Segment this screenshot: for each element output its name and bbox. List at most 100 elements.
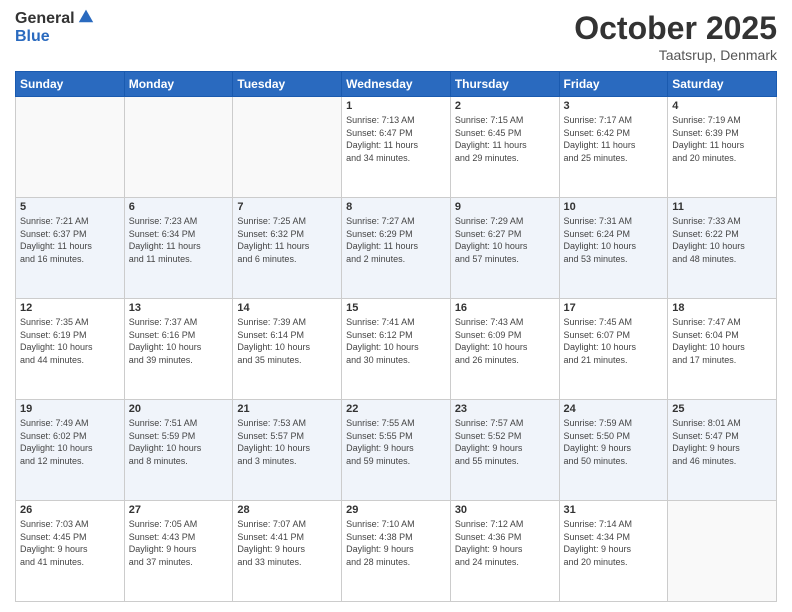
day-info: Sunrise: 7:49 AMSunset: 6:02 PMDaylight:… [20,417,120,467]
day-info: Sunrise: 7:23 AMSunset: 6:34 PMDaylight:… [129,215,229,265]
day-number: 3 [564,100,664,112]
day-number: 16 [455,302,555,314]
table-row: 2Sunrise: 7:15 AMSunset: 6:45 PMDaylight… [450,97,559,198]
table-row: 6 Sunrise: 7:23 AMSunset: 6:34 PMDaylight… [124,198,233,299]
table-row: 22 Sunrise: 7:55 AMSunset: 5:55 PMDayligh… [342,400,451,501]
day-info: Sunrise: 7:59 AMSunset: 5:50 PMDaylight:… [564,417,664,467]
table-row [668,501,777,602]
day-number: 6 [129,201,229,213]
table-row: 5Sunrise: 7:21 AMSunset: 6:37 PMDaylight… [16,198,125,299]
header-sunday: Sunday [16,72,125,97]
day-number: 5 [20,201,120,213]
day-info: Sunrise: 7:53 AMSunset: 5:57 PMDaylight:… [237,417,337,467]
day-number: 14 [237,302,337,314]
day-number: 28 [237,504,337,516]
logo-general: General [15,10,75,28]
day-info: Sunrise: 7:03 AMSunset: 4:45 PMDaylight:… [20,518,120,568]
day-number: 11 [672,201,772,213]
table-row [124,97,233,198]
day-info: Sunrise: 7:12 AMSunset: 4:36 PMDaylight:… [455,518,555,568]
day-number: 30 [455,504,555,516]
day-number: 12 [20,302,120,314]
day-info: Sunrise: 7:37 AMSunset: 6:16 PMDaylight:… [129,316,229,366]
table-row: 30 Sunrise: 7:12 AMSunset: 4:36 PMDayligh… [450,501,559,602]
day-info: Sunrise: 7:57 AMSunset: 5:52 PMDaylight:… [455,417,555,467]
table-row: 17Sunrise: 7:45 AMSunset: 6:07 PMDayligh… [559,299,668,400]
table-row: 27Sunrise: 7:05 AMSunset: 4:43 PMDayligh… [124,501,233,602]
day-number: 7 [237,201,337,213]
day-number: 23 [455,403,555,415]
day-info: Sunrise: 7:10 AMSunset: 4:38 PMDaylight:… [346,518,446,568]
table-row: 14Sunrise: 7:39 AMSunset: 6:14 PMDayligh… [233,299,342,400]
day-number: 22 [346,403,446,415]
day-info: Sunrise: 7:33 AMSunset: 6:22 PMDaylight:… [672,215,772,265]
table-row: 13Sunrise: 7:37 AMSunset: 6:16 PMDayligh… [124,299,233,400]
table-row: 11 Sunrise: 7:33 AMSunset: 6:22 PMDayligh… [668,198,777,299]
table-row: 21Sunrise: 7:53 AMSunset: 5:57 PMDayligh… [233,400,342,501]
day-info: Sunrise: 7:14 AMSunset: 4:34 PMDaylight:… [564,518,664,568]
header-saturday: Saturday [668,72,777,97]
day-number: 9 [455,201,555,213]
day-info: Sunrise: 7:51 AMSunset: 5:59 PMDaylight:… [129,417,229,467]
logo: General Blue [15,10,95,45]
table-row: 12 Sunrise: 7:35 AMSunset: 6:19 PMDayligh… [16,299,125,400]
table-row: 19 Sunrise: 7:49 AMSunset: 6:02 PMDayligh… [16,400,125,501]
day-number: 4 [672,100,772,112]
day-number: 19 [20,403,120,415]
day-info: Sunrise: 7:35 AMSunset: 6:19 PMDaylight:… [20,316,120,366]
table-row: 23 Sunrise: 7:57 AMSunset: 5:52 PMDayligh… [450,400,559,501]
header-friday: Friday [559,72,668,97]
table-row: 20Sunrise: 7:51 AMSunset: 5:59 PMDayligh… [124,400,233,501]
day-info: Sunrise: 7:07 AMSunset: 4:41 PMDaylight:… [237,518,337,568]
header-monday: Monday [124,72,233,97]
table-row: 1 Sunrise: 7:13 AMSunset: 6:47 PMDaylight… [342,97,451,198]
header-wednesday: Wednesday [342,72,451,97]
day-info: Sunrise: 7:29 AMSunset: 6:27 PMDaylight:… [455,215,555,265]
day-info: Sunrise: 7:31 AMSunset: 6:24 PMDaylight:… [564,215,664,265]
table-row: 10 Sunrise: 7:31 AMSunset: 6:24 PMDayligh… [559,198,668,299]
calendar-header-row: Sunday Monday Tuesday Wednesday Thursday… [16,72,777,97]
day-number: 24 [564,403,664,415]
header-thursday: Thursday [450,72,559,97]
day-number: 25 [672,403,772,415]
day-info: Sunrise: 7:17 AMSunset: 6:42 PMDaylight:… [564,114,664,164]
table-row [233,97,342,198]
table-row: 18Sunrise: 7:47 AMSunset: 6:04 PMDayligh… [668,299,777,400]
day-info: Sunrise: 8:01 AMSunset: 5:47 PMDaylight:… [672,417,772,467]
header: General Blue October 2025 Taatsrup, Denm… [15,10,777,63]
day-number: 29 [346,504,446,516]
day-number: 17 [564,302,664,314]
table-row: 15Sunrise: 7:41 AMSunset: 6:12 PMDayligh… [342,299,451,400]
table-row: 16 Sunrise: 7:43 AMSunset: 6:09 PMDayligh… [450,299,559,400]
table-row: 9 Sunrise: 7:29 AMSunset: 6:27 PMDaylight… [450,198,559,299]
day-number: 31 [564,504,664,516]
day-info: Sunrise: 7:55 AMSunset: 5:55 PMDaylight:… [346,417,446,467]
day-number: 1 [346,100,446,112]
day-number: 27 [129,504,229,516]
header-tuesday: Tuesday [233,72,342,97]
title-month: October 2025 [574,10,777,47]
day-info: Sunrise: 7:41 AMSunset: 6:12 PMDaylight:… [346,316,446,366]
page: General Blue October 2025 Taatsrup, Denm… [0,0,792,612]
day-number: 10 [564,201,664,213]
table-row: 4Sunrise: 7:19 AMSunset: 6:39 PMDaylight… [668,97,777,198]
logo-icon [77,6,95,24]
table-row: 26 Sunrise: 7:03 AMSunset: 4:45 PMDayligh… [16,501,125,602]
logo-text: General Blue [15,10,95,45]
table-row [16,97,125,198]
table-row: 7Sunrise: 7:25 AMSunset: 6:32 PMDaylight… [233,198,342,299]
table-row: 24 Sunrise: 7:59 AMSunset: 5:50 PMDayligh… [559,400,668,501]
table-row: 3 Sunrise: 7:17 AMSunset: 6:42 PMDaylight… [559,97,668,198]
day-info: Sunrise: 7:47 AMSunset: 6:04 PMDaylight:… [672,316,772,366]
title-location: Taatsrup, Denmark [574,47,777,63]
table-row: 25 Sunrise: 8:01 AMSunset: 5:47 PMDayligh… [668,400,777,501]
day-number: 8 [346,201,446,213]
day-info: Sunrise: 7:15 AMSunset: 6:45 PMDaylight:… [455,114,555,164]
logo-blue: Blue [15,28,95,46]
day-number: 26 [20,504,120,516]
day-info: Sunrise: 7:43 AMSunset: 6:09 PMDaylight:… [455,316,555,366]
day-info: Sunrise: 7:13 AMSunset: 6:47 PMDaylight:… [346,114,446,164]
title-block: October 2025 Taatsrup, Denmark [574,10,777,63]
day-info: Sunrise: 7:27 AMSunset: 6:29 PMDaylight:… [346,215,446,265]
calendar: Sunday Monday Tuesday Wednesday Thursday… [15,71,777,602]
